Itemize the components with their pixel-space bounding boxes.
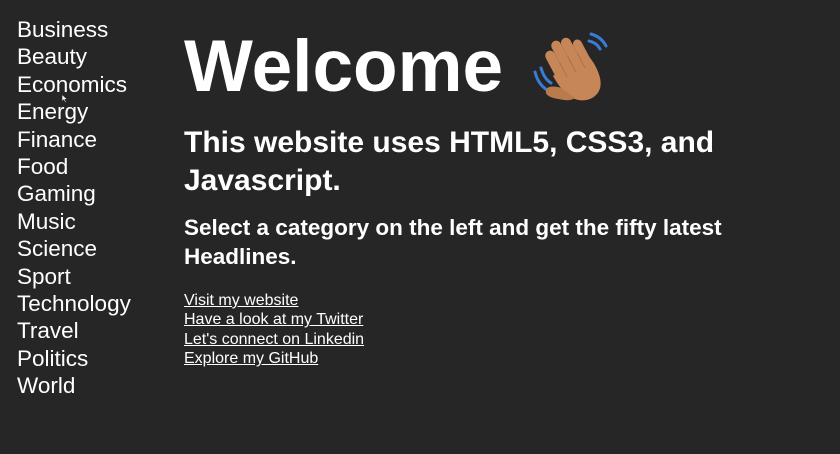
page-title: Welcome <box>184 26 504 107</box>
sidebar-item-economics[interactable]: Economics <box>17 71 167 98</box>
sidebar-item-finance[interactable]: Finance <box>17 126 167 153</box>
sidebar-item-science[interactable]: Science <box>17 235 167 262</box>
sidebar-item-technology[interactable]: Technology <box>17 290 167 317</box>
linkedin-link[interactable]: Let's connect on Linkedin <box>184 330 824 349</box>
tech-stack-subtitle: This website uses HTML5, CSS3, and Javas… <box>184 126 715 197</box>
category-sidebar: Business Beauty Economics Energy Finance… <box>17 16 167 400</box>
welcome-heading: Welcome <box>184 26 824 108</box>
sidebar-item-business[interactable]: Business <box>17 16 167 43</box>
main-content: Welcome This website uses HTML5, CSS3, a… <box>184 26 824 369</box>
sidebar-item-food[interactable]: Food <box>17 153 167 180</box>
mouse-cursor-icon <box>61 94 68 103</box>
twitter-link[interactable]: Have a look at my Twitter <box>184 310 824 329</box>
sidebar-item-energy[interactable]: Energy <box>17 98 167 125</box>
github-link[interactable]: Explore my GitHub <box>184 349 824 368</box>
sidebar-item-world[interactable]: World <box>17 372 167 399</box>
category-prompt: Select a category on the left and get th… <box>184 215 722 269</box>
sidebar-item-sport[interactable]: Sport <box>17 263 167 290</box>
waving-hand-icon <box>533 32 608 101</box>
website-link[interactable]: Visit my website <box>184 291 824 310</box>
sidebar-item-music[interactable]: Music <box>17 208 167 235</box>
social-links: Visit my website Have a look at my Twitt… <box>184 291 824 369</box>
sidebar-item-beauty[interactable]: Beauty <box>17 43 167 70</box>
sidebar-item-politics[interactable]: Politics <box>17 345 167 372</box>
page: Business Beauty Economics Energy Finance… <box>0 0 840 454</box>
sidebar-item-gaming[interactable]: Gaming <box>17 180 167 207</box>
sidebar-item-travel[interactable]: Travel <box>17 317 167 344</box>
